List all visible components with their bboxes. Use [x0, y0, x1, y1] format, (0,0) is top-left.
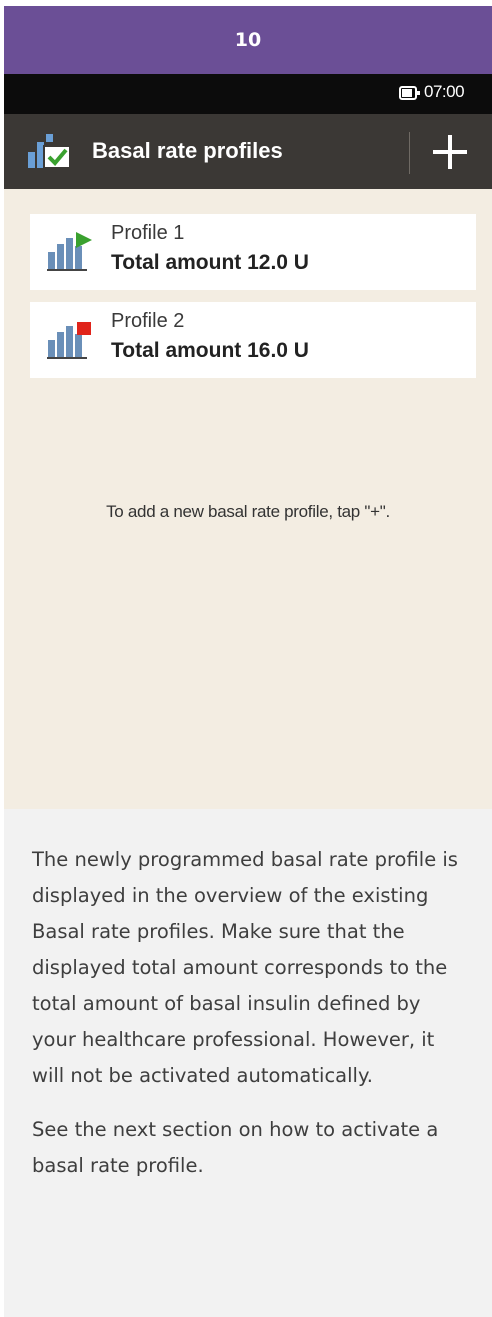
- title-bar: Basal rate profiles: [4, 114, 492, 189]
- plus-icon: [433, 135, 467, 169]
- device-screen: 07:00 Basal rate profiles Profile 1 Tota…: [4, 74, 492, 809]
- step-number-header: 10: [4, 6, 492, 74]
- profile-chart-icon: [46, 230, 98, 276]
- profile-total-amount: Total amount 16.0 U: [111, 339, 309, 362]
- profile-name: Profile 1: [111, 222, 185, 244]
- step-number: 10: [234, 29, 262, 51]
- profile-total-amount: Total amount 12.0 U: [111, 251, 309, 274]
- inactive-flag-icon: [77, 322, 91, 335]
- add-profile-hint: To add a new basal rate profile, tap "+"…: [106, 502, 390, 521]
- battery-icon: [399, 86, 420, 100]
- caption-box: The newly programmed basal rate profile …: [4, 809, 492, 1317]
- active-flag-icon: [76, 232, 92, 248]
- caption-paragraph-1: The newly programmed basal rate profile …: [32, 848, 458, 1087]
- page-title: Basal rate profiles: [92, 138, 283, 163]
- add-profile-button[interactable]: [422, 126, 478, 178]
- profile-name: Profile 2: [111, 310, 185, 332]
- title-divider: [409, 132, 410, 174]
- basal-profiles-icon: [26, 132, 72, 174]
- profile-item-2[interactable]: Profile 2 Total amount 16.0 U: [30, 302, 476, 378]
- caption-paragraph-2: See the next section on how to activate …: [32, 1118, 439, 1177]
- status-bar: 07:00: [4, 74, 492, 114]
- profile-item-1[interactable]: Profile 1 Total amount 12.0 U: [30, 214, 476, 290]
- status-time: 07:00: [424, 82, 465, 101]
- profile-chart-icon: [46, 318, 98, 364]
